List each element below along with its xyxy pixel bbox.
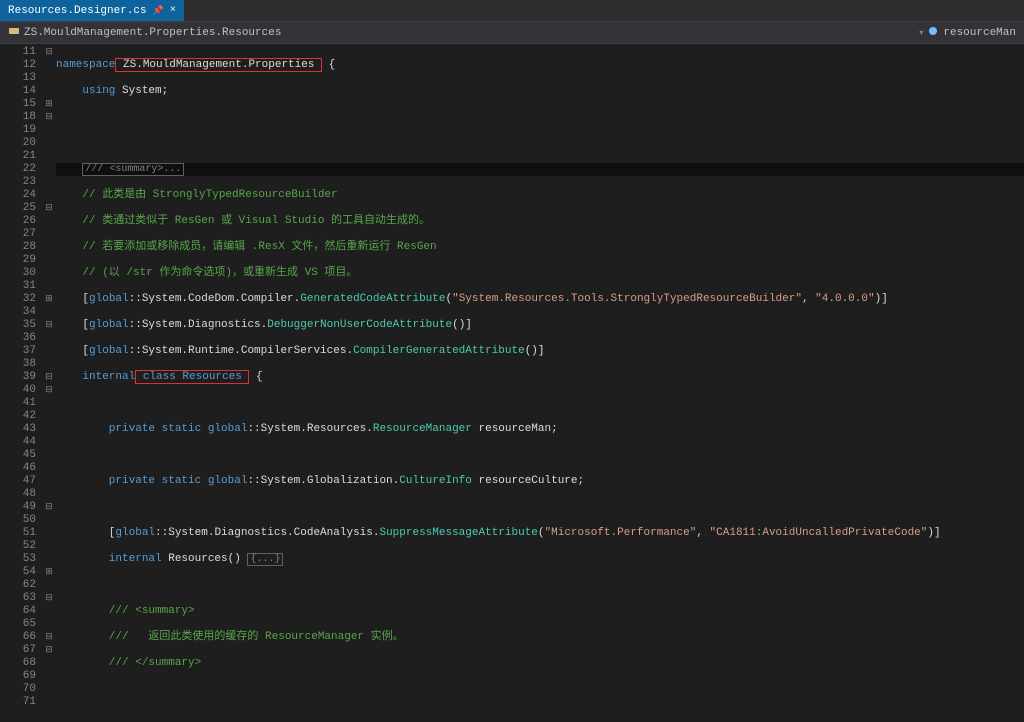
file-tab[interactable]: Resources.Designer.cs 📌 × <box>0 0 184 21</box>
breadcrumb-member-text: resourceMan <box>943 27 1016 39</box>
breadcrumb-bar: ZS.MouldManagement.Properties.Resources … <box>0 22 1024 44</box>
highlight-namespace: ZS.MouldManagement.Properties <box>115 58 322 72</box>
tab-title: Resources.Designer.cs <box>8 5 147 17</box>
dropdown-arrow-icon: ▾ <box>919 28 923 38</box>
code-editor[interactable]: 1112131415181920212223242526272829303132… <box>0 44 1024 670</box>
breadcrumb-member[interactable]: ▾ resourceMan <box>919 25 1016 41</box>
collapsed-ctor[interactable]: {...} <box>247 553 283 566</box>
fold-gutter[interactable]: ⊟⊞⊟⊟⊞⊟⊟⊟⊟⊞⊟⊟⊟ <box>42 44 56 670</box>
highlight-class: class Resources <box>135 370 249 384</box>
line-number-gutter: 1112131415181920212223242526272829303132… <box>0 44 42 670</box>
pin-icon[interactable]: 📌 <box>153 6 164 16</box>
field-icon <box>927 25 939 41</box>
breadcrumb-scope[interactable]: ZS.MouldManagement.Properties.Resources <box>8 25 281 41</box>
breadcrumb-text: ZS.MouldManagement.Properties.Resources <box>24 27 281 39</box>
close-icon[interactable]: × <box>170 5 176 16</box>
collapsed-summary[interactable]: /// <summary>... <box>82 163 184 176</box>
class-icon <box>8 25 20 41</box>
code-area[interactable]: namespace ZS.MouldManagement.Properties … <box>56 44 1024 670</box>
tab-bar: Resources.Designer.cs 📌 × <box>0 0 1024 22</box>
